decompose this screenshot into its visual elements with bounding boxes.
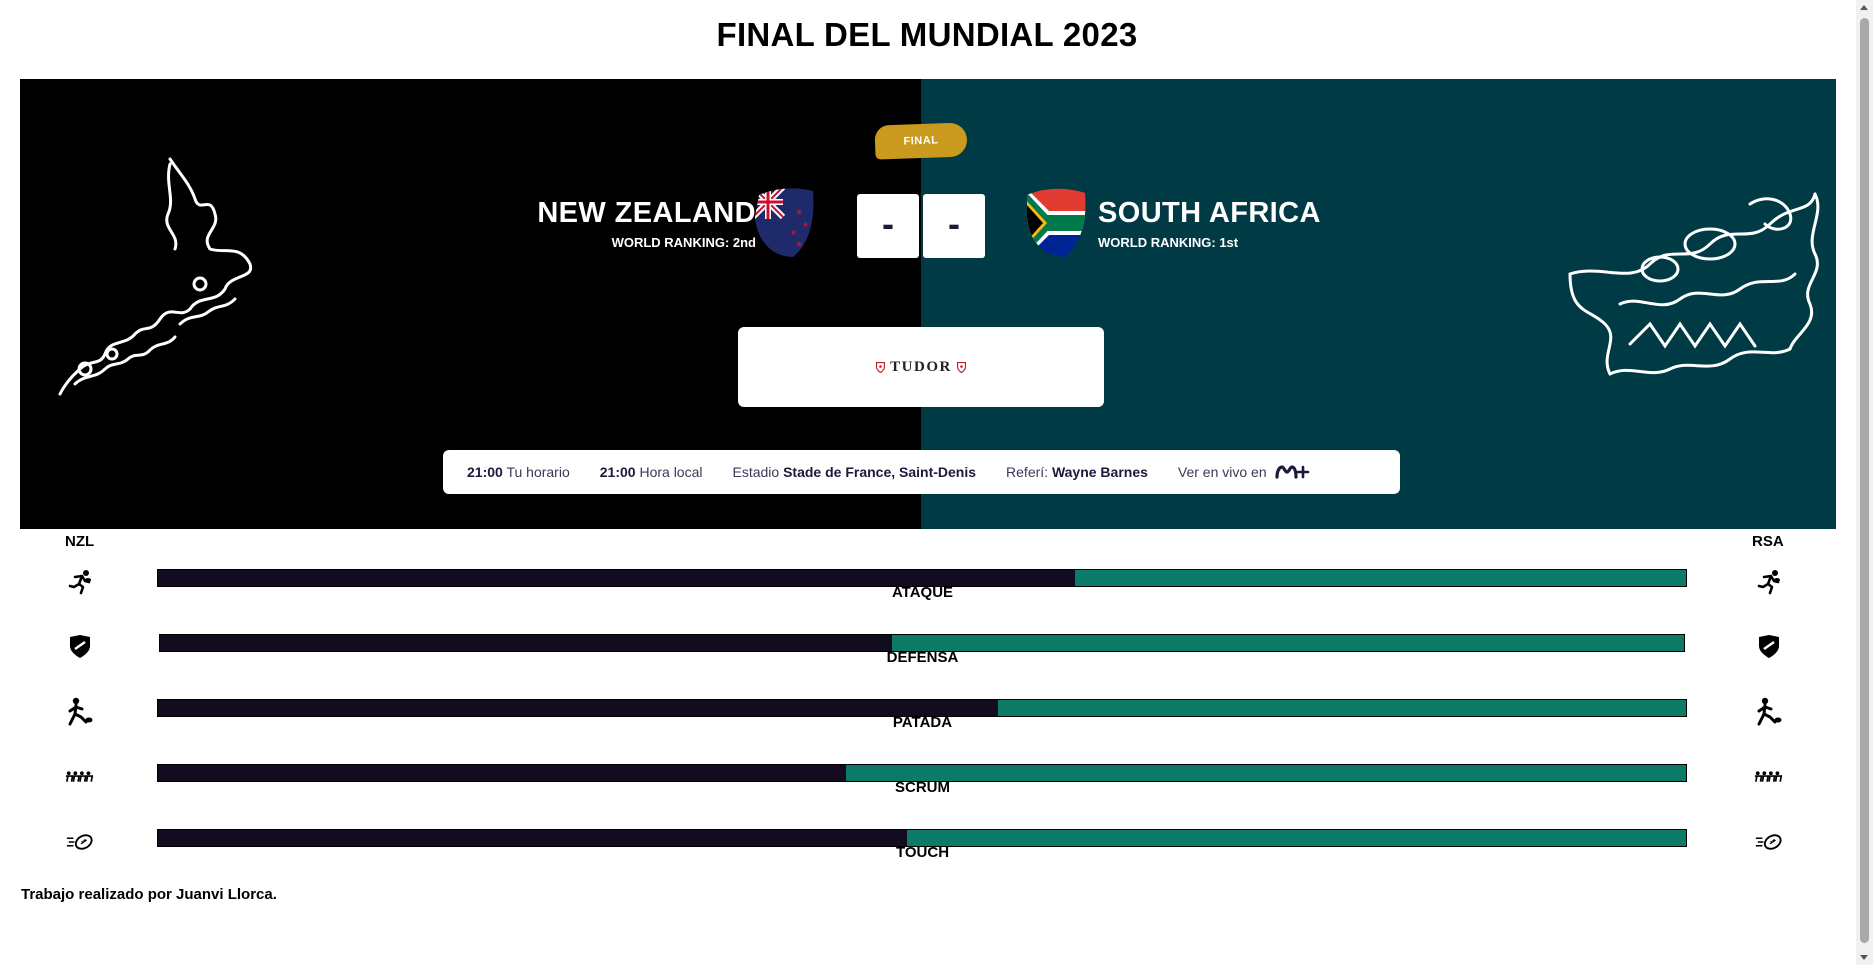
tudor-shield-icon bbox=[876, 361, 886, 373]
scroll-up-arrow-icon[interactable] bbox=[1860, 5, 1868, 10]
scrum-icon bbox=[1754, 762, 1784, 792]
referee: Referí: Wayne Barnes bbox=[1006, 464, 1148, 480]
stat-row-scrum: SCRUM bbox=[0, 762, 1873, 822]
stage-badge: FINAL bbox=[874, 122, 968, 160]
home-team-name: NEW ZEALAND bbox=[537, 197, 756, 229]
sponsor-name: TUDOR bbox=[890, 358, 952, 375]
south-africa-map-illustration bbox=[1568, 192, 1820, 376]
svg-text:★: ★ bbox=[795, 240, 803, 250]
stadium: Estadio Stade de France, Saint-Denis bbox=[732, 464, 977, 480]
movistar-plus-logo-icon bbox=[1275, 465, 1309, 479]
page-title: FINAL DEL MUNDIAL 2023 bbox=[716, 16, 1138, 53]
away-team-ranking: WORLD RANKING: 1st bbox=[1098, 235, 1239, 250]
home-team-code: NZL bbox=[65, 533, 95, 550]
shield-icon bbox=[1754, 632, 1784, 662]
away-team-code: RSA bbox=[1752, 533, 1784, 550]
stat-row-kick: PATADA bbox=[0, 697, 1873, 757]
stat-label: SCRUM bbox=[895, 779, 950, 796]
tudor-shield-icon bbox=[956, 361, 966, 373]
vertical-scrollbar[interactable] bbox=[1856, 0, 1873, 965]
stat-row-touch: TOUCH bbox=[0, 827, 1873, 887]
match-info-bar: 21:00 Tu horario 21:00 Hora local Estadi… bbox=[443, 450, 1400, 494]
scroll-down-arrow-icon[interactable] bbox=[1860, 955, 1868, 960]
ball-icon bbox=[1754, 827, 1784, 857]
match-banner: FINAL NEW ZEALAND WORLD RANKING: 2nd ★ ★… bbox=[20, 79, 1836, 529]
runner-icon bbox=[1754, 567, 1784, 597]
new-zealand-flag-icon: ★ ★ ★ ★ bbox=[755, 188, 814, 258]
home-team-ranking: WORLD RANKING: 2nd bbox=[611, 235, 756, 250]
sponsor-banner[interactable]: TUDOR bbox=[738, 327, 1104, 407]
new-zealand-map-illustration bbox=[58, 157, 253, 396]
svg-text:★: ★ bbox=[790, 228, 797, 237]
away-score: - bbox=[923, 194, 985, 258]
stat-label: PATADA bbox=[892, 714, 953, 731]
footer-credit: Trabajo realizado por Juanvi Llorca. bbox=[21, 886, 277, 903]
your-time: 21:00 Tu horario bbox=[467, 464, 570, 480]
stat-row-defense: DEFENSA bbox=[0, 632, 1873, 692]
home-score: - bbox=[857, 194, 919, 258]
kick-icon bbox=[1754, 697, 1784, 727]
local-time: 21:00 Hora local bbox=[599, 464, 703, 480]
south-africa-flag-icon bbox=[1027, 188, 1086, 258]
away-team-name: SOUTH AFRICA bbox=[1098, 197, 1321, 229]
stat-label: ATAQUE bbox=[891, 584, 954, 601]
svg-text:★: ★ bbox=[802, 220, 809, 229]
stat-label: DEFENSA bbox=[886, 649, 959, 666]
scrollbar-thumb[interactable] bbox=[1860, 18, 1869, 943]
stat-row-attack: ATAQUE bbox=[0, 567, 1873, 627]
stat-label: TOUCH bbox=[895, 844, 950, 861]
svg-text:★: ★ bbox=[795, 208, 803, 218]
live-broadcast[interactable]: Ver en vivo en bbox=[1178, 464, 1311, 480]
